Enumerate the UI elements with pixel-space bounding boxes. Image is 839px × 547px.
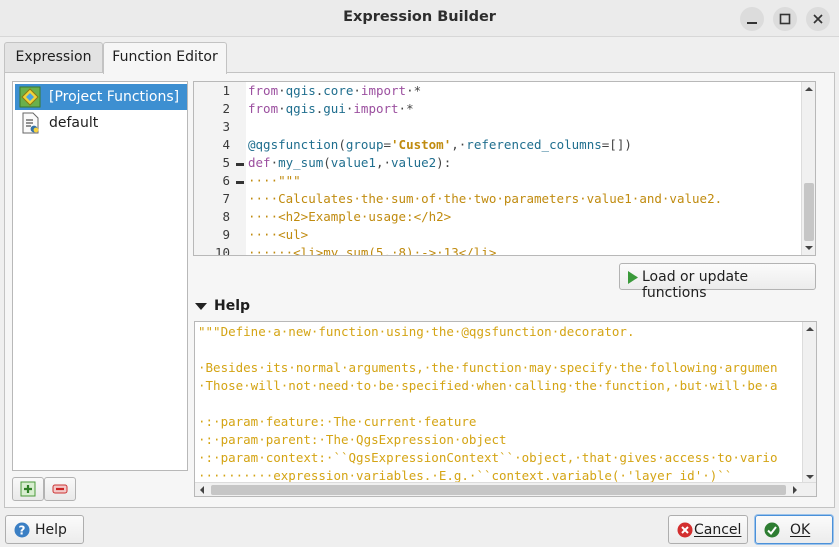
line-number: 2: [222, 101, 230, 116]
collapse-arrow-icon: [195, 303, 207, 310]
close-button[interactable]: [806, 7, 830, 31]
help-button-label: Help: [35, 522, 67, 538]
help-line: ·:·param·parent:·The·QgsExpression·objec…: [198, 432, 507, 447]
code-line: @qgsfunction(group='Custom',·referenced_…: [248, 137, 632, 152]
plus-icon: [20, 481, 36, 497]
maximize-button[interactable]: [773, 7, 797, 31]
load-update-functions-button[interactable]: Load or update functions: [619, 263, 816, 301]
ok-button[interactable]: OK: [755, 515, 833, 544]
function-file-list[interactable]: [Project Functions] default: [12, 81, 188, 471]
scrollbar-thumb[interactable]: [804, 183, 814, 241]
python-file-icon: [22, 112, 39, 134]
minimize-icon: [747, 22, 757, 24]
line-number: 6: [222, 173, 230, 188]
check-icon: [764, 522, 780, 538]
play-icon: [628, 271, 638, 284]
project-functions-icon: [19, 86, 41, 108]
list-item-project-functions[interactable]: [Project Functions]: [15, 84, 187, 110]
scroll-right-arrow-icon[interactable]: [791, 485, 799, 495]
cancel-button-label: Cancel: [694, 522, 742, 538]
line-number-gutter: 1 2 3 4 5 6 7 8 9 10: [194, 82, 246, 255]
list-item-default[interactable]: default: [15, 110, 187, 136]
scroll-down-arrow-icon[interactable]: [805, 473, 815, 481]
list-item-label: [Project Functions]: [49, 89, 180, 105]
code-line: from·qgis.core·import·*: [248, 83, 422, 98]
help-line: ·:·param·feature:·The·current·feature: [198, 414, 477, 429]
list-item-label: default: [49, 115, 99, 131]
help-horizontal-scrollbar[interactable]: [195, 482, 816, 496]
window-title: Expression Builder: [343, 9, 496, 25]
line-number: 3: [222, 119, 230, 134]
close-icon: [813, 14, 823, 24]
tab-expression-label: Expression: [15, 49, 92, 65]
remove-function-file-button[interactable]: [44, 477, 76, 501]
svg-text:?: ?: [19, 524, 26, 538]
tab-function-editor-label: Function Editor: [112, 49, 218, 65]
editor-vertical-scrollbar[interactable]: [801, 82, 815, 255]
scroll-left-arrow-icon[interactable]: [198, 485, 206, 495]
line-number: 10: [214, 245, 230, 256]
line-number: 4: [222, 137, 230, 152]
line-number: 9: [222, 227, 230, 242]
scrollbar-thumb[interactable]: [211, 485, 786, 495]
cancel-button[interactable]: Cancel: [668, 515, 748, 544]
minus-icon: [52, 484, 68, 494]
maximize-icon: [779, 13, 791, 25]
line-number: 5: [222, 155, 230, 170]
minimize-button[interactable]: [740, 7, 764, 31]
help-button[interactable]: ? Help: [5, 515, 84, 544]
fold-marker-icon[interactable]: [236, 181, 244, 184]
code-line: ····""": [248, 173, 301, 188]
cancel-icon: [677, 522, 693, 538]
code-line: def·my_sum(value1,·value2):: [248, 155, 452, 170]
add-function-file-button[interactable]: [12, 477, 44, 501]
help-line: ·Besides·its·normal·arguments,·the·funct…: [198, 360, 778, 375]
line-number: 1: [222, 83, 230, 98]
load-update-functions-label: Load or update functions: [642, 269, 749, 301]
code-line: ······<li>my_sum(5,·8)·->·13</li>: [248, 245, 497, 256]
tab-expression[interactable]: Expression: [4, 42, 103, 73]
help-line: ··········expression·variables.·E.g.·``c…: [198, 468, 733, 483]
line-number: 8: [222, 209, 230, 224]
help-vertical-scrollbar[interactable]: [802, 322, 816, 484]
help-icon: ?: [14, 522, 30, 538]
code-line: from·qgis.gui·import·*: [248, 101, 414, 116]
scroll-down-arrow-icon[interactable]: [804, 244, 814, 252]
line-number: 7: [222, 191, 230, 206]
tab-function-editor[interactable]: Function Editor: [103, 42, 227, 74]
fold-marker-icon[interactable]: [236, 163, 244, 166]
ok-button-label: OK: [790, 522, 811, 538]
code-line: ····<h2>Example·usage:</h2>: [248, 209, 452, 224]
title-bar: Expression Builder: [0, 0, 839, 37]
code-editor[interactable]: 1 2 3 4 5 6 7 8 9 10 from·qgis.core·impo…: [193, 81, 816, 256]
scroll-up-arrow-icon[interactable]: [805, 325, 815, 333]
code-line: ····<ul>: [248, 227, 309, 242]
help-line: ·:·param·context:·``QgsExpressionContext…: [198, 450, 778, 465]
help-text-view[interactable]: """Define·a·new·function·using·the·@qgsf…: [194, 321, 817, 497]
help-line: """Define·a·new·function·using·the·@qgsf…: [198, 324, 635, 339]
scroll-up-arrow-icon[interactable]: [804, 85, 814, 93]
help-section-title: Help: [214, 298, 251, 314]
help-line: ·Those·will·not·need·to·be·specified·whe…: [198, 378, 778, 393]
code-line: ····Calculates·the·sum·of·the·two·parame…: [248, 191, 723, 206]
